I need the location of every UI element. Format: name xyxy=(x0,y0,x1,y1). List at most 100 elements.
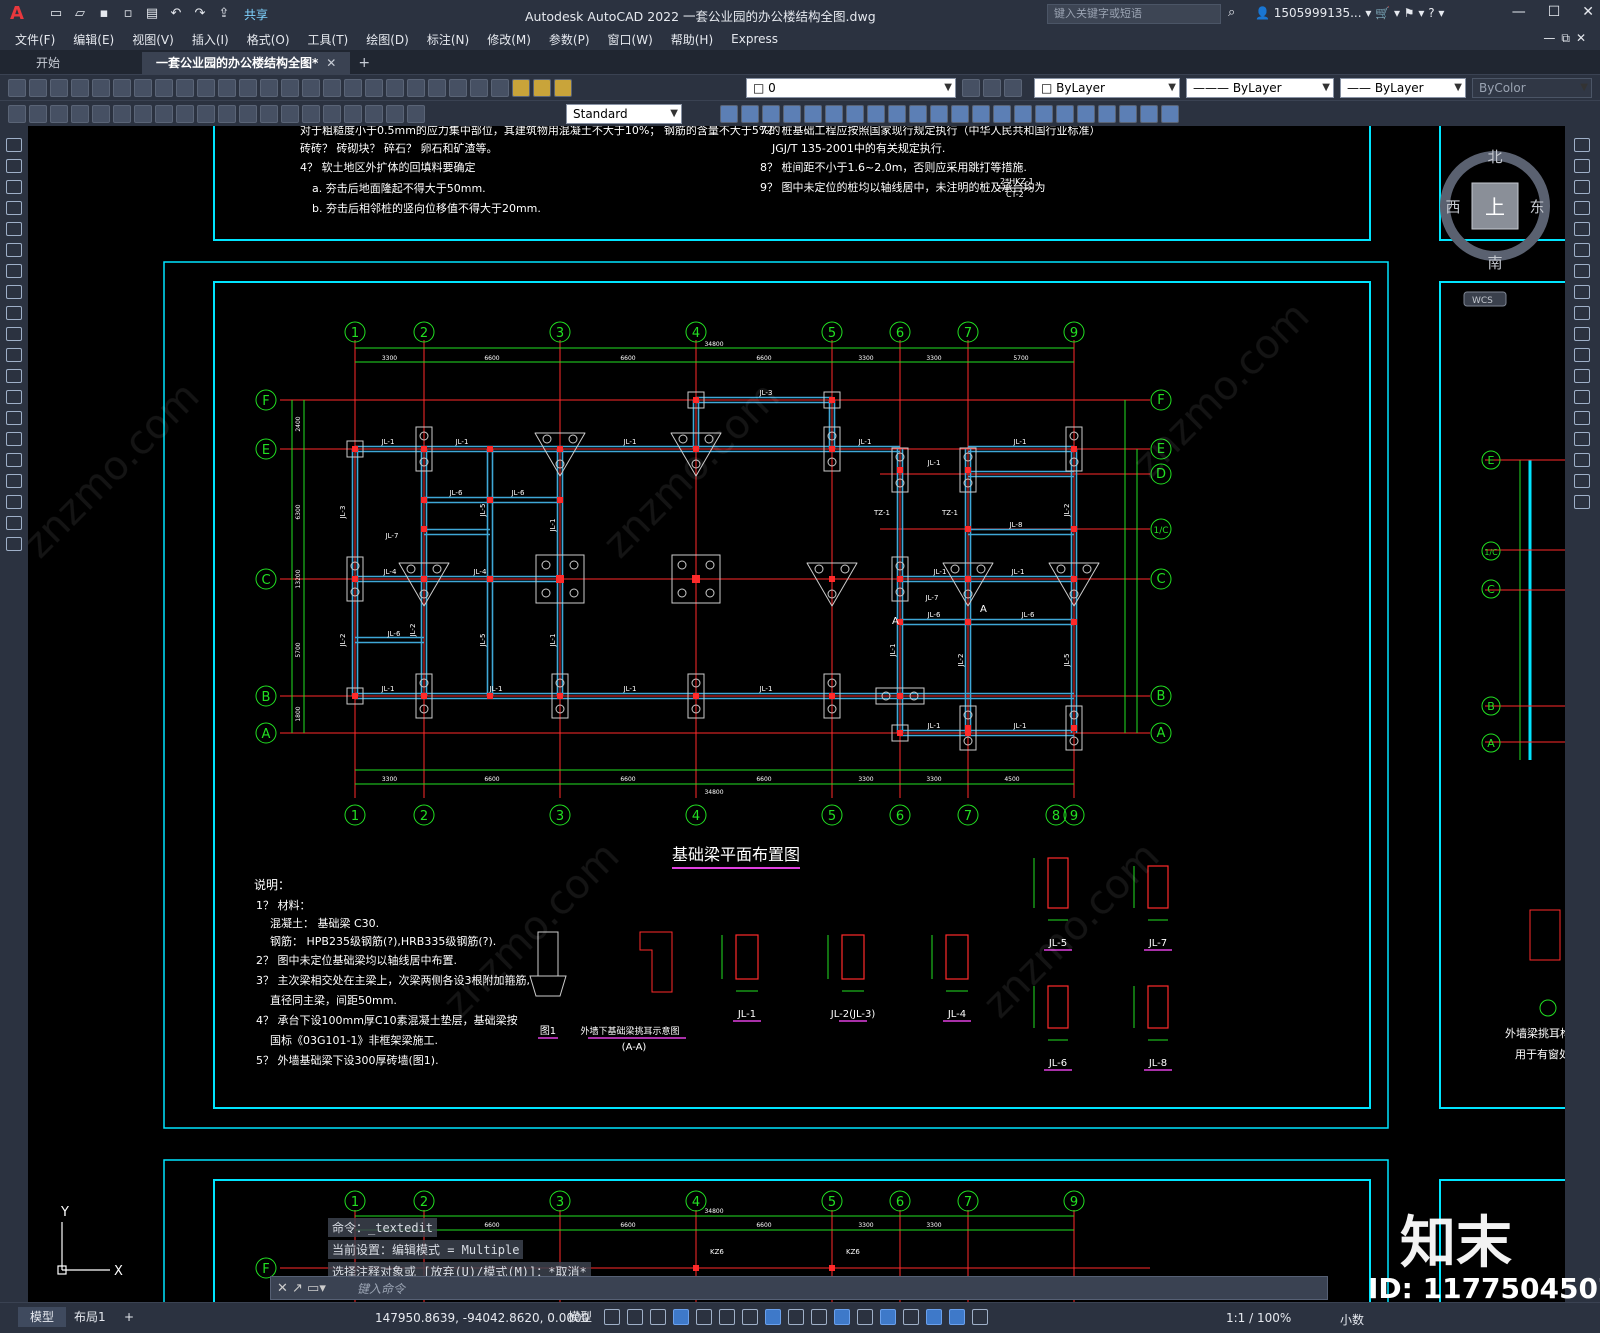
circle-icon[interactable] xyxy=(6,264,22,278)
transparency-icon[interactable] xyxy=(811,1309,827,1325)
drawing-canvas[interactable]: 对于粗糙度小于0.5mm的应力集中部位，其建筑物用混凝土不大于10%； 钢筋的含… xyxy=(28,126,1565,1302)
dim-ordinate-icon[interactable] xyxy=(71,105,89,123)
xline-icon[interactable] xyxy=(6,159,22,173)
dim-baseline-icon[interactable] xyxy=(197,105,215,123)
minimize-icon[interactable]: — xyxy=(1512,4,1526,20)
dim-linear-icon[interactable] xyxy=(8,105,26,123)
paste-icon[interactable] xyxy=(176,79,194,97)
layer-previous-icon[interactable] xyxy=(1004,79,1022,97)
isodraft-icon[interactable] xyxy=(719,1309,735,1325)
lineweight-dropdown[interactable]: —— ByLayer ▼ xyxy=(1340,78,1466,98)
linetype-dropdown[interactable]: ——— ByLayer ▼ xyxy=(1186,78,1334,98)
polyline-icon[interactable] xyxy=(6,180,22,194)
qnew-icon[interactable] xyxy=(8,79,26,97)
save-tb-icon[interactable] xyxy=(50,79,68,97)
chamfer-icon[interactable] xyxy=(1574,432,1590,446)
quick-dim-icon[interactable] xyxy=(176,105,194,123)
layer-on-icon[interactable] xyxy=(512,79,530,97)
material-icon[interactable] xyxy=(1140,105,1158,123)
separate-icon[interactable] xyxy=(1035,105,1053,123)
blend-icon[interactable] xyxy=(1574,474,1590,488)
cut-icon[interactable] xyxy=(134,79,152,97)
loft-icon[interactable] xyxy=(867,105,885,123)
save-icon[interactable]: ▪ xyxy=(94,5,114,23)
doc-window-controls[interactable]: —⧉✕ xyxy=(1543,31,1592,46)
solid-union-icon[interactable] xyxy=(741,105,759,123)
markup-icon[interactable] xyxy=(428,79,446,97)
menu-draw[interactable]: 绘图(D) xyxy=(357,31,418,48)
dim-text-edit-icon[interactable] xyxy=(386,105,404,123)
selection-cycling-icon[interactable] xyxy=(834,1309,850,1325)
model-tab[interactable]: 模型 xyxy=(18,1307,67,1327)
slice-icon[interactable] xyxy=(909,105,927,123)
dim-radius-icon[interactable] xyxy=(92,105,110,123)
dim-break-icon[interactable] xyxy=(260,105,278,123)
line-icon[interactable] xyxy=(6,138,22,152)
region-icon[interactable] xyxy=(6,474,22,488)
dim-jogged-icon[interactable] xyxy=(113,105,131,123)
viewcube[interactable]: 上 北 南 东 西 WCS xyxy=(1440,130,1550,307)
mirror-icon[interactable] xyxy=(1574,180,1590,194)
section-icon[interactable] xyxy=(930,105,948,123)
selection-filter-icon[interactable] xyxy=(903,1309,919,1325)
viewcube-south[interactable]: 南 xyxy=(1487,254,1502,272)
lineweight-icon[interactable] xyxy=(788,1309,804,1325)
presspull-icon[interactable] xyxy=(888,105,906,123)
extend-icon[interactable] xyxy=(1574,348,1590,362)
add-selected-icon[interactable] xyxy=(6,537,22,551)
tool-palette-icon[interactable] xyxy=(386,79,404,97)
render-icon[interactable] xyxy=(1119,105,1137,123)
layer-manager-icon[interactable] xyxy=(491,79,509,97)
jog-line-icon[interactable] xyxy=(344,105,362,123)
menu-format[interactable]: 格式(O) xyxy=(238,31,299,48)
open-file-icon[interactable]: ▱ xyxy=(70,5,90,23)
trim-icon[interactable] xyxy=(1574,327,1590,341)
menu-file[interactable]: 文件(F) xyxy=(6,31,64,48)
annotation-visibility-icon[interactable] xyxy=(949,1309,965,1325)
menu-parametric[interactable]: 参数(P) xyxy=(540,31,599,48)
dim-space-icon[interactable] xyxy=(239,105,257,123)
gradient-icon[interactable] xyxy=(6,453,22,467)
flatshot-icon[interactable] xyxy=(1077,105,1095,123)
ellipse-arc-icon[interactable] xyxy=(6,348,22,362)
viewcube-west[interactable]: 西 xyxy=(1445,198,1460,216)
command-input-bar[interactable]: ✕ ↗ ▭▾ 键入命令 xyxy=(270,1276,1328,1300)
command-close-icon[interactable]: ✕ ↗ ▭▾ xyxy=(277,1281,326,1296)
dim-update-icon[interactable] xyxy=(407,105,425,123)
dim-continue-icon[interactable] xyxy=(218,105,236,123)
hatch-icon[interactable] xyxy=(6,432,22,446)
preview-icon[interactable] xyxy=(92,79,110,97)
layout1-tab[interactable]: 布局1 xyxy=(62,1307,118,1327)
menu-insert[interactable]: 插入(I) xyxy=(183,31,238,48)
search-icon[interactable]: ⌕ xyxy=(1228,5,1235,20)
menu-help[interactable]: 帮助(H) xyxy=(662,31,722,48)
osnap-icon[interactable] xyxy=(765,1309,781,1325)
dim-angular-icon[interactable] xyxy=(155,105,173,123)
zoom-icon[interactable] xyxy=(281,79,299,97)
units-readout[interactable]: 小数 xyxy=(1340,1311,1364,1328)
layer-freeze-icon[interactable] xyxy=(533,79,551,97)
infer-icon[interactable] xyxy=(650,1309,666,1325)
menu-dimension[interactable]: 标注(N) xyxy=(418,31,478,48)
insert-block-icon[interactable] xyxy=(6,369,22,383)
ellipse-icon[interactable] xyxy=(6,327,22,341)
menu-express[interactable]: Express xyxy=(722,32,787,46)
search-input[interactable]: 键入关键字或短语 xyxy=(1047,4,1221,24)
help-tb-icon[interactable] xyxy=(470,79,488,97)
autocad-logo-icon[interactable]: A xyxy=(6,3,28,25)
otrack-icon[interactable] xyxy=(742,1309,758,1325)
share-button[interactable]: 共享 xyxy=(244,6,268,23)
mtext-icon[interactable] xyxy=(6,516,22,530)
zoom-window-icon[interactable] xyxy=(302,79,320,97)
layer-match-icon[interactable] xyxy=(983,79,1001,97)
dynamic-ucs-icon[interactable] xyxy=(880,1309,896,1325)
autoscale-icon[interactable] xyxy=(972,1309,988,1325)
tolerance-icon[interactable] xyxy=(281,105,299,123)
plot-icon[interactable]: ▤ xyxy=(142,5,162,23)
arc-icon[interactable] xyxy=(6,243,22,257)
undo-icon[interactable]: ↶ xyxy=(166,5,186,23)
gizmo-icon[interactable] xyxy=(926,1309,942,1325)
stretch-icon[interactable] xyxy=(1574,306,1590,320)
layer-dropdown[interactable]: □ 0 ▼ xyxy=(746,78,956,98)
menu-tools[interactable]: 工具(T) xyxy=(299,31,358,48)
